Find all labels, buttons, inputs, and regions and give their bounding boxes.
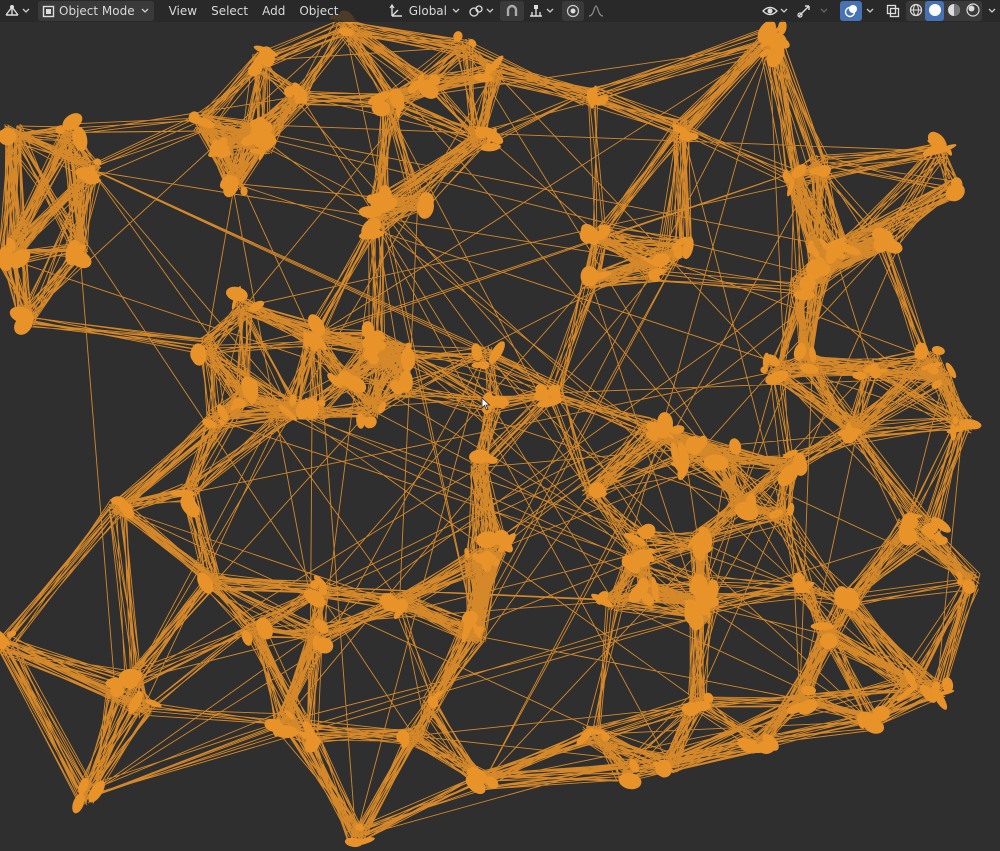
mesh-vertex-cluster: [810, 622, 834, 631]
chevron-down-icon: [141, 8, 149, 14]
falloff-curve-icon: [588, 4, 604, 18]
shading-material-preview-button[interactable]: [944, 1, 963, 21]
gizmo-dropdown[interactable]: [816, 1, 832, 21]
proportional-editing-toggle[interactable]: [562, 1, 584, 21]
overlays-dropdown[interactable]: [862, 1, 878, 21]
overlays-toggle[interactable]: [840, 1, 862, 21]
mode-label: Object Mode: [59, 4, 135, 18]
3d-viewport-icon: [4, 4, 20, 18]
transform-orientation-dropdown[interactable]: Global: [385, 1, 464, 21]
snap-increment-icon: [528, 4, 544, 18]
chevron-down-icon: [988, 8, 996, 14]
gizmo-icon: [796, 4, 812, 18]
object-mode-icon: [42, 5, 55, 18]
menu-select[interactable]: Select: [204, 1, 255, 21]
solid-shading-icon: [928, 3, 942, 20]
shading-rendered-button[interactable]: [963, 1, 982, 21]
visibility-dropdown[interactable]: [758, 1, 792, 21]
rendered-shading-icon: [965, 2, 980, 20]
mode-dropdown[interactable]: Object Mode: [38, 1, 154, 21]
shading-solid-button[interactable]: [925, 1, 944, 21]
pivot-point-icon: [468, 4, 484, 18]
chevron-down-icon: [820, 8, 828, 14]
pivot-point-dropdown[interactable]: [464, 1, 498, 21]
menu-add[interactable]: Add: [255, 1, 292, 21]
overlays-icon: [844, 4, 858, 18]
wireframe-mesh: [0, 10, 982, 848]
material-preview-icon: [947, 3, 961, 20]
shading-mode-group: [906, 1, 982, 21]
menu-view[interactable]: View: [162, 1, 204, 21]
viewport-header: Object Mode View Select Add Object Globa…: [0, 0, 1000, 22]
chevron-down-icon: [866, 8, 874, 14]
3d-viewport[interactable]: Object Mode View Select Add Object Globa…: [0, 0, 1000, 851]
editor-type-button[interactable]: [0, 1, 34, 21]
menu-object[interactable]: Object: [292, 1, 345, 21]
shading-dropdown[interactable]: [984, 1, 1000, 21]
proportional-editing-icon: [566, 4, 580, 18]
snap-toggle[interactable]: [500, 1, 524, 21]
mouse-cursor-icon: [481, 397, 491, 411]
xray-icon: [886, 4, 900, 18]
gizmo-toggle[interactable]: [792, 1, 816, 21]
wireframe-shading-icon: [909, 3, 923, 20]
snap-magnet-icon: [504, 4, 520, 18]
chevron-down-icon: [546, 8, 554, 14]
shading-wireframe-button[interactable]: [906, 1, 925, 21]
transform-orientation-icon: [389, 4, 405, 18]
transform-orientation-label: Global: [408, 4, 447, 18]
chevron-down-icon: [452, 8, 460, 14]
chevron-down-icon: [780, 8, 788, 14]
xray-toggle[interactable]: [882, 1, 904, 21]
eye-icon: [762, 4, 778, 18]
chevron-down-icon: [22, 8, 30, 14]
falloff-button[interactable]: [584, 1, 608, 21]
snap-target-dropdown[interactable]: [524, 1, 558, 21]
chevron-down-icon: [486, 8, 494, 14]
